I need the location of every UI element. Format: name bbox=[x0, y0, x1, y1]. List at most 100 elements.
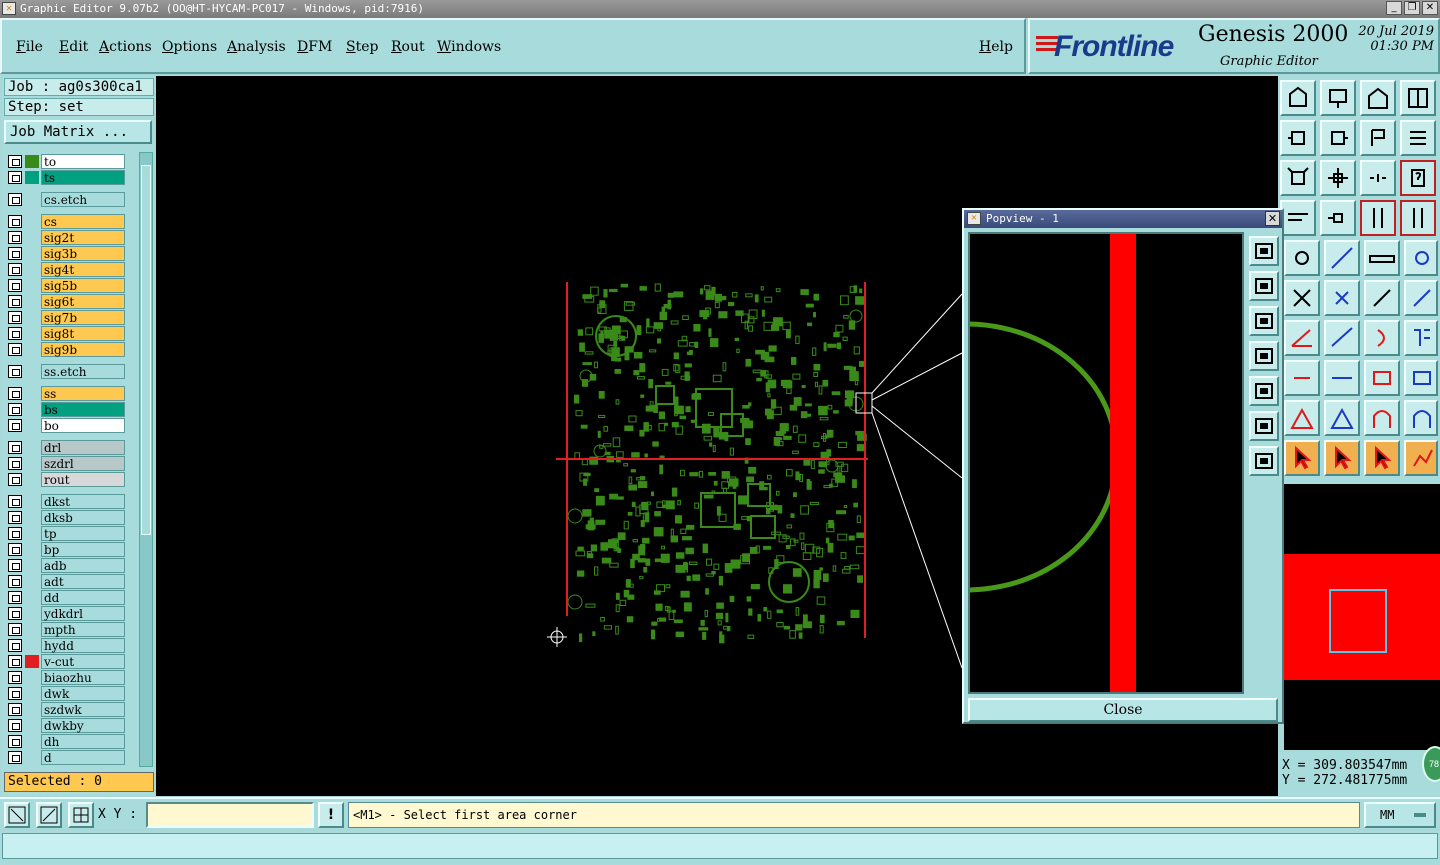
help-query-icon[interactable] bbox=[1400, 160, 1436, 196]
split-icon[interactable] bbox=[1324, 360, 1360, 396]
layer-row[interactable]: dwk bbox=[6, 686, 126, 701]
layer-checkbox[interactable] bbox=[8, 575, 22, 588]
menu-rout[interactable]: Rout bbox=[391, 39, 425, 55]
fit-view-icon[interactable] bbox=[4, 802, 30, 828]
layer-row[interactable]: d bbox=[6, 750, 126, 765]
layer-checkbox[interactable] bbox=[8, 607, 22, 620]
layer-name[interactable]: hydd bbox=[41, 638, 125, 653]
layer-name[interactable]: dh bbox=[41, 734, 125, 749]
close-icon[interactable]: ✕ bbox=[1422, 1, 1438, 15]
layer-name[interactable]: ydkdrl bbox=[41, 606, 125, 621]
layer-name[interactable]: adt bbox=[41, 574, 125, 589]
job-matrix-button[interactable]: Job Matrix ... bbox=[4, 120, 152, 144]
layer-row[interactable]: sig3b bbox=[6, 246, 126, 261]
units-select[interactable]: MM bbox=[1364, 802, 1436, 828]
layer-name[interactable]: cs.etch bbox=[41, 192, 125, 207]
layer-checkbox[interactable] bbox=[8, 171, 22, 184]
layer-row[interactable]: adt bbox=[6, 574, 126, 589]
layer-name[interactable]: ts bbox=[41, 170, 125, 185]
menu-windows[interactable]: Windows bbox=[437, 39, 501, 55]
layer-checkbox[interactable] bbox=[8, 193, 22, 206]
layer-row[interactable]: sig7b bbox=[6, 310, 126, 325]
layer-name[interactable]: bo bbox=[41, 418, 125, 433]
layer-row[interactable]: sig5b bbox=[6, 278, 126, 293]
layer-name[interactable]: mpth bbox=[41, 622, 125, 637]
connect-icon[interactable] bbox=[1284, 280, 1320, 316]
frame-icon[interactable] bbox=[1364, 360, 1400, 396]
layer-checkbox[interactable] bbox=[8, 215, 22, 228]
menu-step[interactable]: Step bbox=[346, 39, 378, 55]
layer-checkbox[interactable] bbox=[8, 311, 22, 324]
cursor-dark-icon[interactable] bbox=[1364, 440, 1400, 476]
layer-checkbox[interactable] bbox=[8, 441, 22, 454]
layer-row[interactable]: sig2t bbox=[6, 230, 126, 245]
layer-row[interactable]: hydd bbox=[6, 638, 126, 653]
layer-row[interactable]: ss.etch bbox=[6, 364, 126, 379]
route-icon[interactable] bbox=[1404, 440, 1438, 476]
layer-name[interactable]: v-cut bbox=[41, 654, 125, 669]
popview-close-icon[interactable]: ✕ bbox=[1265, 211, 1280, 226]
layer-row[interactable]: dksb bbox=[6, 510, 126, 525]
layer-name[interactable]: bs bbox=[41, 402, 125, 417]
layer-row[interactable]: dwkby bbox=[6, 718, 126, 733]
pv-up-icon[interactable] bbox=[1249, 271, 1279, 301]
menu-actions[interactable]: Actions bbox=[99, 39, 152, 55]
pv-center-icon[interactable] bbox=[1249, 446, 1279, 476]
scroll-thumb[interactable] bbox=[141, 165, 151, 535]
layer-name[interactable]: sig7b bbox=[41, 310, 125, 325]
layer-checkbox[interactable] bbox=[8, 419, 22, 432]
layer-row[interactable]: bo bbox=[6, 418, 126, 433]
home-icon[interactable] bbox=[1280, 80, 1316, 116]
layer-name[interactable]: dwk bbox=[41, 686, 125, 701]
layer-checkbox[interactable] bbox=[8, 719, 22, 732]
layer-name[interactable]: ss bbox=[41, 386, 125, 401]
layer-checkbox[interactable] bbox=[8, 365, 22, 378]
layer-row[interactable]: cs.etch bbox=[6, 192, 126, 207]
layer-row[interactable]: rout bbox=[6, 472, 126, 487]
draw-line-icon[interactable] bbox=[1324, 320, 1360, 356]
measure-icon[interactable] bbox=[36, 802, 62, 828]
layer-row[interactable]: tp bbox=[6, 526, 126, 541]
layer-row[interactable]: adb bbox=[6, 558, 126, 573]
cursor-icon[interactable] bbox=[1284, 440, 1320, 476]
layer-name[interactable]: dwkby bbox=[41, 718, 125, 733]
layer-row[interactable]: v-cut bbox=[6, 654, 126, 669]
layer-checkbox[interactable] bbox=[8, 735, 22, 748]
redraw-icon[interactable] bbox=[1400, 120, 1436, 156]
house-icon[interactable] bbox=[1360, 80, 1396, 116]
zoom-fit-icon[interactable] bbox=[1280, 160, 1316, 196]
layer-name[interactable]: biaozhu bbox=[41, 670, 125, 685]
layer-checkbox[interactable] bbox=[8, 457, 22, 470]
layer-row[interactable]: ydkdrl bbox=[6, 606, 126, 621]
layer-row[interactable]: mpth bbox=[6, 622, 126, 637]
layer-checkbox[interactable] bbox=[8, 703, 22, 716]
overview-map[interactable] bbox=[1284, 484, 1440, 750]
layer-checkbox[interactable] bbox=[8, 473, 22, 486]
layer-checkbox[interactable] bbox=[8, 751, 22, 764]
layer-name[interactable]: sig2t bbox=[41, 230, 125, 245]
pin-settings-icon[interactable] bbox=[1280, 200, 1316, 236]
layer-checkbox[interactable] bbox=[8, 623, 22, 636]
layer-row[interactable]: bp bbox=[6, 542, 126, 557]
zoom-center-icon[interactable] bbox=[1320, 160, 1356, 196]
delete-icon[interactable] bbox=[1324, 280, 1360, 316]
layer-checkbox[interactable] bbox=[8, 247, 22, 260]
layer-checkbox[interactable] bbox=[8, 327, 22, 340]
text-icon[interactable] bbox=[1404, 320, 1438, 356]
layer-name[interactable]: sig3b bbox=[41, 246, 125, 261]
layer-row[interactable]: szdrl bbox=[6, 456, 126, 471]
layer-row[interactable]: dh bbox=[6, 734, 126, 749]
layer-name[interactable]: sig6t bbox=[41, 294, 125, 309]
transform-icon[interactable] bbox=[1404, 360, 1438, 396]
layer-checkbox[interactable] bbox=[8, 511, 22, 524]
layer-name[interactable]: to bbox=[41, 154, 125, 169]
layer-checkbox[interactable] bbox=[8, 543, 22, 556]
copy-icon[interactable] bbox=[1404, 280, 1438, 316]
layer-checkbox[interactable] bbox=[8, 527, 22, 540]
layer-name[interactable]: szdwk bbox=[41, 702, 125, 717]
layer-checkbox[interactable] bbox=[8, 559, 22, 572]
layer-name[interactable]: rout bbox=[41, 472, 125, 487]
layer-row[interactable]: biaozhu bbox=[6, 670, 126, 685]
layer-row[interactable]: sig8t bbox=[6, 326, 126, 341]
pan-right-icon[interactable] bbox=[1320, 120, 1356, 156]
